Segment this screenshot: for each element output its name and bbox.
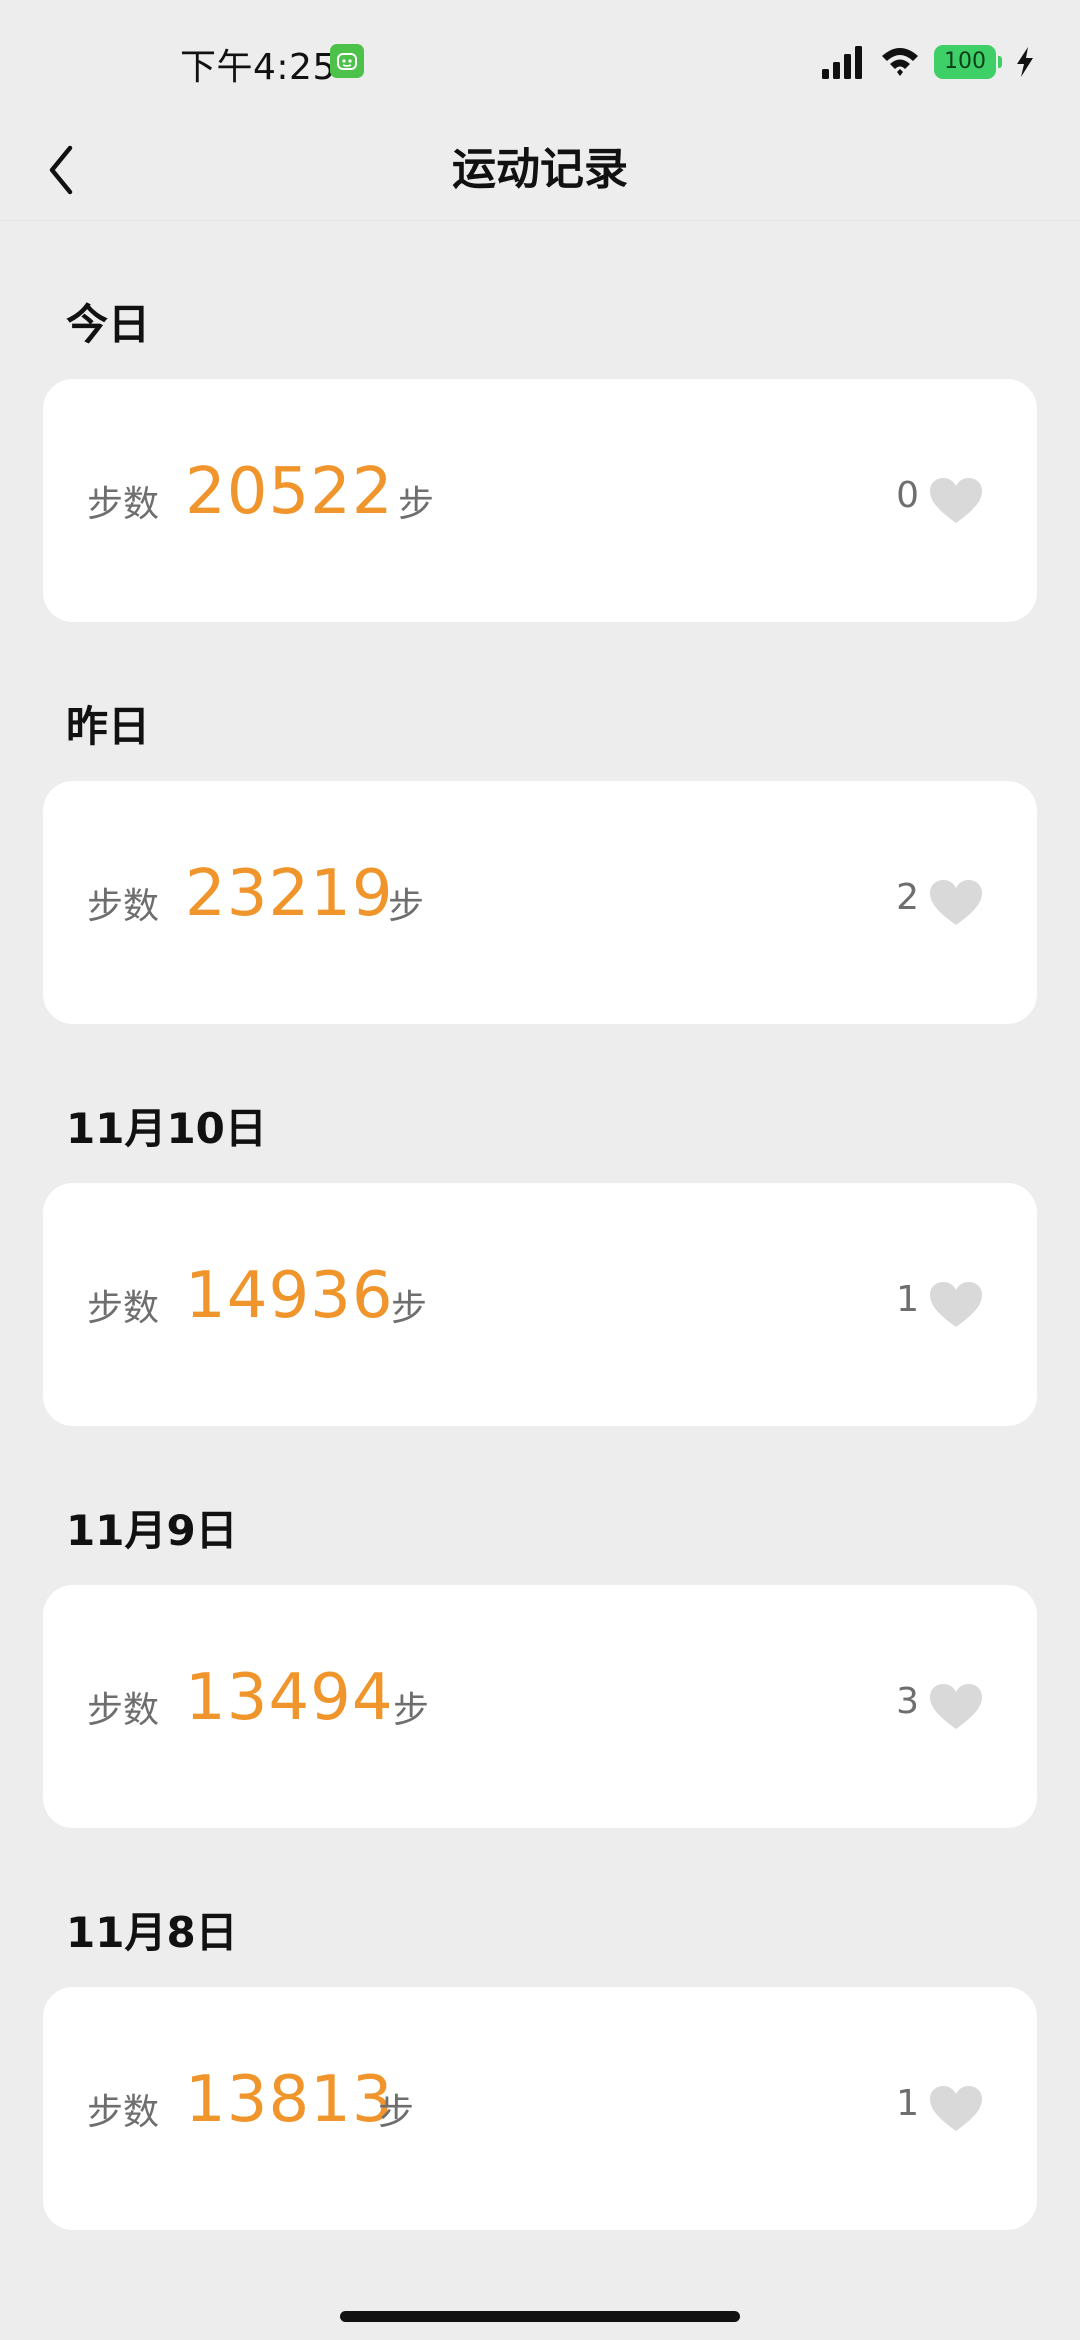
section-date: 今日 (66, 300, 151, 349)
steps-value: 20522 (185, 455, 394, 529)
steps-value: 14936 (185, 1259, 394, 1333)
section-date: 11月10日 (66, 1104, 267, 1153)
record-card[interactable]: 步数 14936 步 1 (43, 1183, 1037, 1426)
steps-label: 步数 (87, 1690, 160, 1731)
steps-unit: 步 (391, 1288, 428, 1329)
heart-icon[interactable] (929, 477, 983, 525)
record-card[interactable]: 步数 23219 步 2 (43, 781, 1037, 1024)
app-notification-icon (330, 44, 364, 78)
signal-icon (822, 46, 862, 79)
like-count: 1 (896, 2083, 919, 2124)
steps-value: 13813 (185, 2063, 394, 2137)
page-title: 运动记录 (452, 144, 628, 195)
heart-icon[interactable] (929, 1281, 983, 1329)
like-count: 3 (896, 1681, 919, 1722)
like-count: 0 (896, 475, 919, 516)
section-date: 昨日 (66, 702, 151, 751)
home-indicator[interactable] (340, 2311, 740, 2322)
heart-icon[interactable] (929, 879, 983, 927)
section-date: 11月8日 (66, 1908, 238, 1957)
status-bar: 下午4:25 100 (0, 0, 1080, 120)
steps-label: 步数 (87, 1288, 160, 1329)
wifi-icon (882, 48, 918, 76)
page: 下午4:25 100 运动记录 今日 步数 20522 步 0 昨日 步数 23… (0, 0, 1080, 2340)
bolt-icon (1017, 47, 1033, 77)
like-count: 1 (896, 1279, 919, 1320)
steps-value: 13494 (185, 1661, 394, 1735)
record-card[interactable]: 步数 20522 步 0 (43, 379, 1037, 622)
steps-label: 步数 (87, 484, 160, 525)
steps-value: 23219 (185, 857, 394, 931)
record-card[interactable]: 步数 13813 步 1 (43, 1987, 1037, 2230)
nav-bar: 运动记录 (0, 120, 1080, 221)
battery-indicator: 100 (934, 45, 1002, 79)
status-indicators: 100 (820, 42, 1036, 82)
steps-unit: 步 (388, 886, 425, 927)
heart-icon[interactable] (929, 2085, 983, 2133)
steps-label: 步数 (87, 2092, 160, 2133)
heart-icon[interactable] (929, 1683, 983, 1731)
like-count: 2 (896, 877, 919, 918)
steps-unit: 步 (393, 1690, 430, 1731)
steps-unit: 步 (378, 2092, 415, 2133)
steps-label: 步数 (87, 886, 160, 927)
section-date: 11月9日 (66, 1506, 238, 1555)
record-card[interactable]: 步数 13494 步 3 (43, 1585, 1037, 1828)
steps-unit: 步 (398, 484, 435, 525)
status-time: 下午4:25 (180, 47, 336, 88)
